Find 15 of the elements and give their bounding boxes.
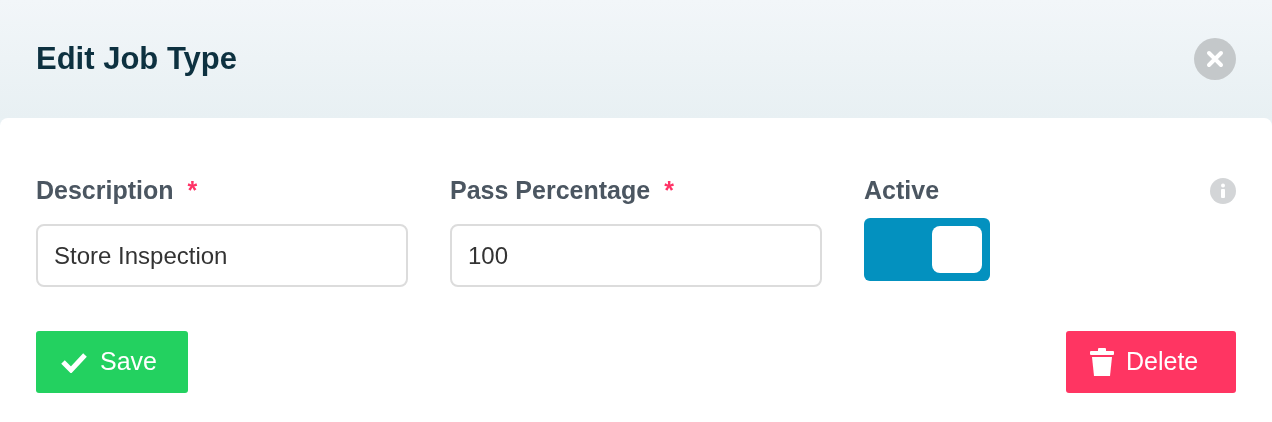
- required-asterisk: *: [664, 175, 674, 207]
- dialog-title: Edit Job Type: [36, 39, 237, 78]
- info-icon[interactable]: [1210, 178, 1236, 204]
- text-input[interactable]: 100: [450, 224, 822, 287]
- field-label: Active: [864, 175, 940, 207]
- checkmark-icon: [60, 351, 88, 373]
- required-asterisk: *: [187, 175, 198, 207]
- text-input[interactable]: Store Inspection: [36, 224, 408, 287]
- close-button[interactable]: [1194, 38, 1236, 80]
- trash-icon: [1090, 348, 1114, 376]
- field-label: Pass Percentage: [450, 175, 651, 207]
- delete-button[interactable]: Delete: [1066, 331, 1236, 393]
- toggle-switch[interactable]: [864, 218, 990, 281]
- close-icon: [1206, 50, 1224, 68]
- field-label: Description: [36, 175, 174, 207]
